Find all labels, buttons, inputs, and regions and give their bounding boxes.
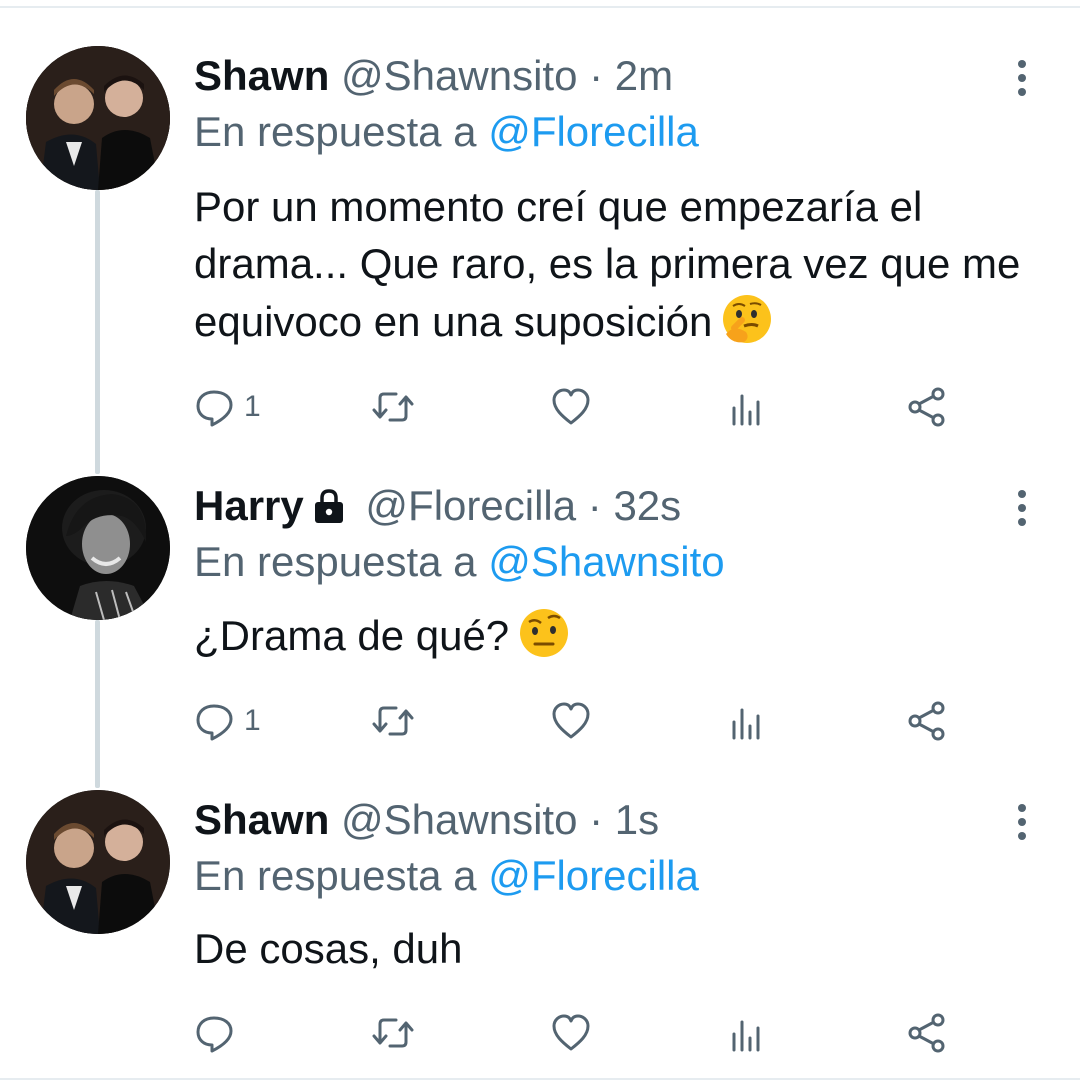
lock-icon [310, 483, 348, 535]
reply-mention[interactable]: @Florecilla [488, 108, 699, 155]
timestamp[interactable]: 32s [613, 482, 681, 529]
raised-eyebrow-face-icon [517, 606, 571, 674]
reply-button[interactable]: 1 [194, 384, 261, 430]
reply-icon [196, 390, 233, 427]
more-icon[interactable] [1010, 802, 1034, 842]
reply-icon [196, 1016, 233, 1053]
bottom-divider [0, 1078, 1080, 1080]
handle[interactable]: @Shawnsito [341, 796, 577, 843]
reply-context: En respuesta a @Florecilla [194, 106, 699, 158]
views-button[interactable] [730, 384, 766, 430]
share-icon [908, 1013, 945, 1053]
tweet-header: Shawn @Shawnsito · 1s [194, 794, 659, 846]
reply-icon [196, 704, 233, 741]
reply-count: 1 [244, 704, 261, 737]
reply-button[interactable]: 1 [194, 698, 261, 744]
shawn-avatar-image [26, 790, 170, 934]
reply-prefix: En respuesta a [194, 538, 477, 585]
more-icon[interactable] [1010, 58, 1034, 98]
tweet-text: ¿Drama de qué? [194, 606, 1054, 674]
tweet[interactable]: Harry @Florecilla · 32s En respuesta a @… [0, 476, 1080, 776]
avatar[interactable] [26, 476, 170, 620]
reply-prefix: En respuesta a [194, 108, 477, 155]
like-button[interactable] [550, 1010, 592, 1056]
tweet[interactable]: Shawn @Shawnsito · 2m En respuesta a @Fl… [0, 46, 1080, 446]
like-button[interactable] [550, 698, 592, 744]
avatar[interactable] [26, 46, 170, 190]
share-button[interactable] [906, 384, 948, 430]
like-button[interactable] [550, 384, 592, 430]
views-icon [732, 1020, 760, 1052]
display-name[interactable]: Shawn [194, 796, 329, 843]
tweet-actions: 1 [194, 384, 964, 430]
like-icon [552, 702, 590, 739]
tweet-text: De cosas, duh [194, 920, 1054, 977]
more-icon[interactable] [1010, 488, 1034, 528]
reply-count: 1 [244, 390, 261, 423]
separator: · [589, 52, 604, 99]
views-button[interactable] [730, 698, 766, 744]
tweet-body: Por un momento creí que empezaría el dra… [194, 183, 1021, 345]
tweet-body: De cosas, duh [194, 925, 463, 972]
top-divider [0, 6, 1080, 8]
tweet-actions [194, 1010, 964, 1056]
handle[interactable]: @Florecilla [365, 482, 576, 529]
thinking-face-icon [720, 292, 774, 360]
tweet-header: Shawn @Shawnsito · 2m [194, 50, 673, 102]
handle[interactable]: @Shawnsito [341, 52, 577, 99]
timestamp[interactable]: 1s [615, 796, 659, 843]
views-button[interactable] [730, 1010, 766, 1056]
views-icon [732, 708, 760, 740]
views-icon [732, 394, 760, 426]
reply-button[interactable] [194, 1010, 244, 1056]
reply-mention[interactable]: @Florecilla [488, 852, 699, 899]
display-name[interactable]: Harry [194, 482, 304, 529]
avatar[interactable] [26, 790, 170, 934]
retweet-button[interactable] [370, 698, 416, 744]
tweet-header: Harry @Florecilla · 32s [194, 480, 681, 535]
retweet-icon [372, 706, 414, 736]
timestamp[interactable]: 2m [615, 52, 673, 99]
reply-prefix: En respuesta a [194, 852, 477, 899]
tweet-actions: 1 [194, 698, 964, 744]
separator: · [587, 482, 602, 529]
reply-mention[interactable]: @Shawnsito [488, 538, 724, 585]
share-icon [908, 387, 945, 427]
like-icon [552, 1014, 590, 1051]
shawn-avatar-image [26, 46, 170, 190]
tweet-text: Por un momento creí que empezaría el dra… [194, 178, 1054, 360]
reply-context: En respuesta a @Florecilla [194, 850, 699, 902]
tweet[interactable]: Shawn @Shawnsito · 1s En respuesta a @Fl… [0, 790, 1080, 1070]
share-icon [908, 701, 945, 741]
share-button[interactable] [906, 1010, 948, 1056]
tweet-body: ¿Drama de qué? [194, 612, 510, 659]
retweet-icon [372, 392, 414, 422]
retweet-button[interactable] [370, 384, 416, 430]
reply-context: En respuesta a @Shawnsito [194, 536, 725, 588]
like-icon [552, 388, 590, 425]
retweet-button[interactable] [370, 1010, 416, 1056]
share-button[interactable] [906, 698, 948, 744]
harry-avatar-image [26, 476, 170, 620]
separator: · [589, 796, 604, 843]
retweet-icon [372, 1018, 414, 1048]
display-name[interactable]: Shawn [194, 52, 329, 99]
